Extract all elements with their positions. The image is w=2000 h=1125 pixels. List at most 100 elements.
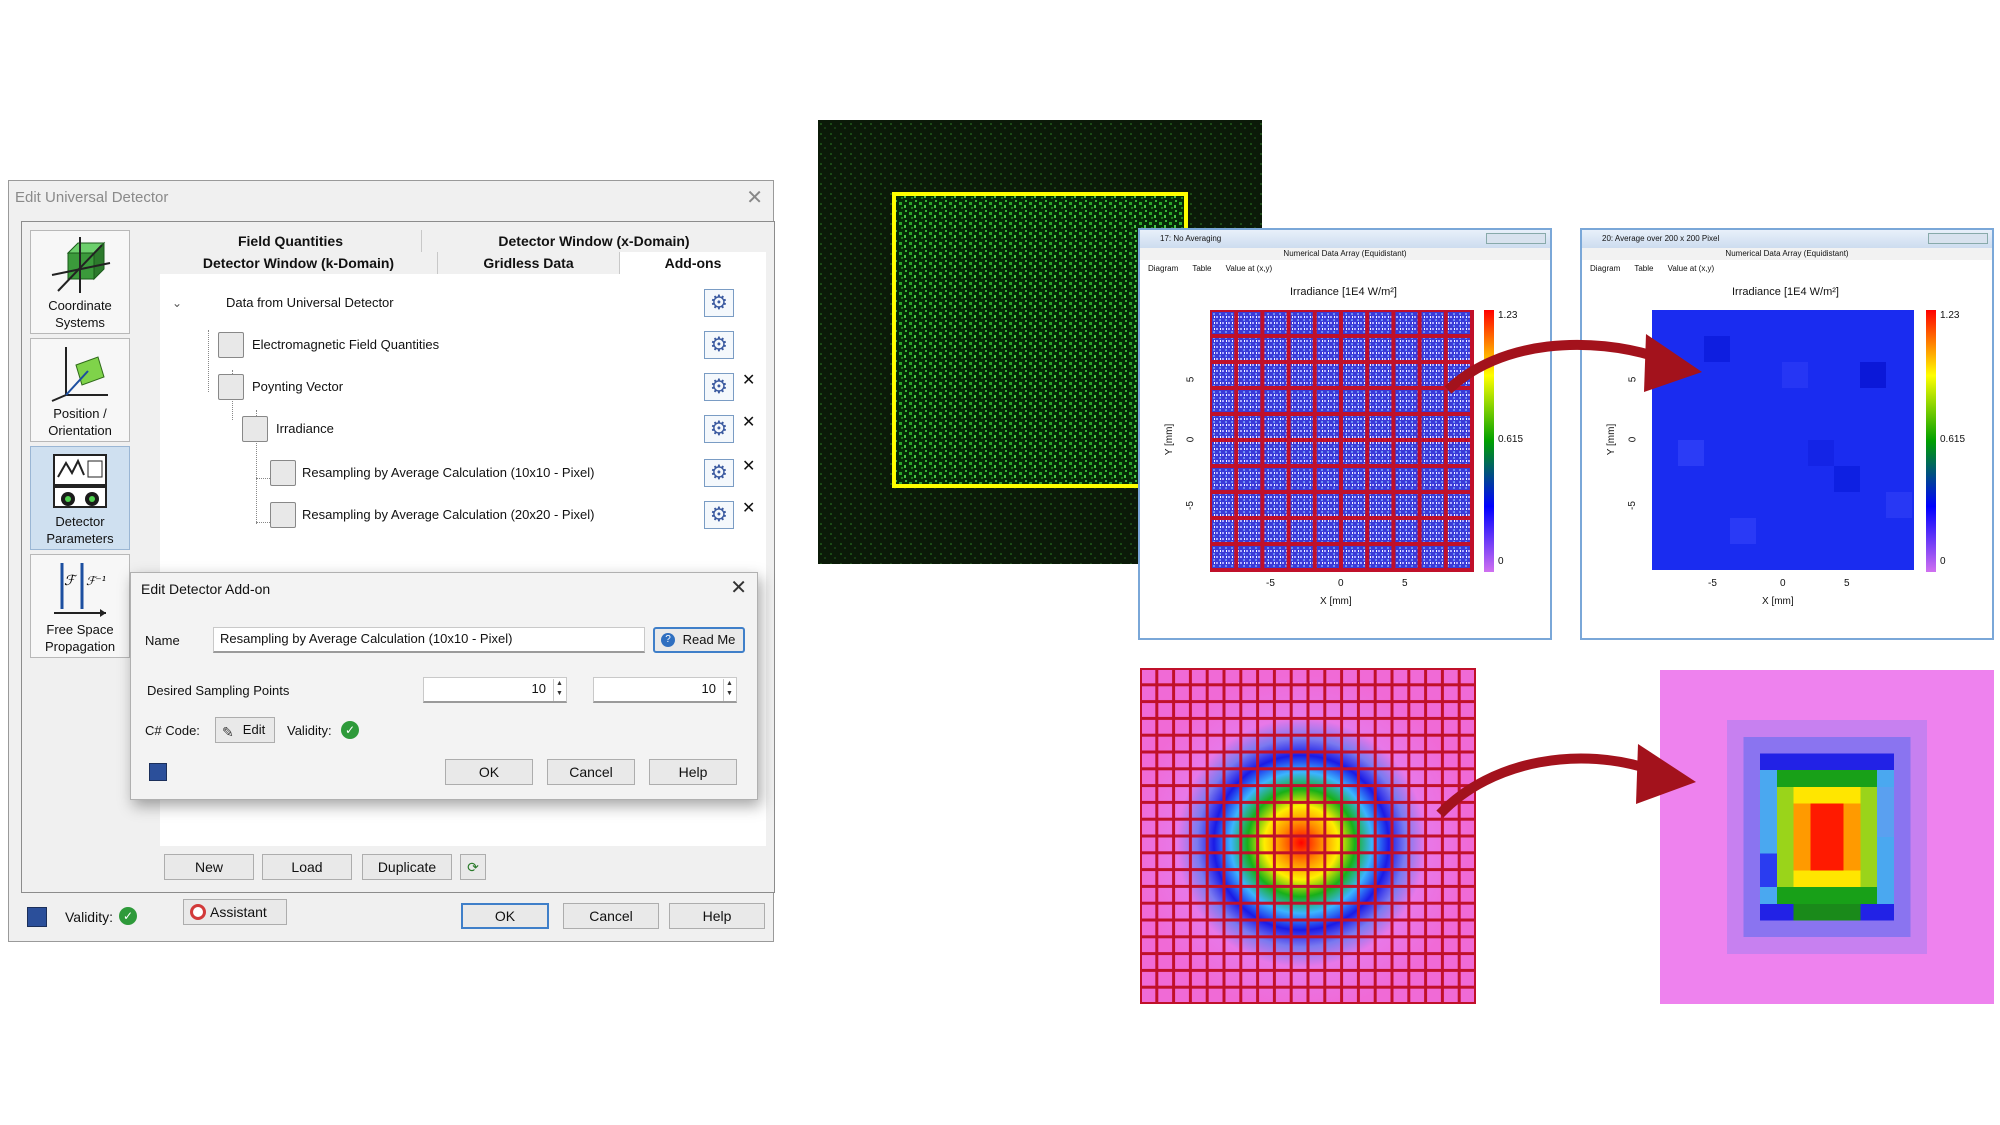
gaussian-beam-gridded	[1138, 666, 1478, 1006]
sidebar-item-detector-parameters[interactable]: Detector Parameters	[30, 446, 130, 550]
assistant-label: Assistant	[210, 904, 267, 920]
window-tabs: Diagram Table Value at (x,y)	[1590, 264, 1726, 273]
help-circle-icon: ?	[661, 633, 675, 647]
y-axis-label: Y [mm]	[1164, 423, 1176, 456]
sidebar-label: Orientation	[48, 423, 112, 438]
x-tick: 0	[1780, 578, 1786, 589]
gear-icon[interactable]: ⚙	[704, 373, 734, 401]
y-tick: 5	[1185, 376, 1197, 383]
load-button[interactable]: Load	[262, 854, 352, 880]
window-subtitle: Numerical Data Array (Equidistant)	[1582, 248, 1992, 260]
tab-table[interactable]: Table	[1192, 264, 1211, 273]
save-icon[interactable]	[27, 907, 47, 927]
y-tick: -5	[1184, 501, 1196, 510]
cancel-button[interactable]: Cancel	[563, 903, 659, 929]
unaveraged-plot	[1210, 310, 1474, 572]
tab-diagram[interactable]: Diagram	[1590, 264, 1620, 273]
plot-title: Irradiance [1E4 W/m²]	[1290, 286, 1397, 298]
x-tick: -5	[1266, 578, 1275, 589]
tree-row-em-field-quantities[interactable]: Electromagnetic Field Quantities ⚙	[160, 330, 766, 360]
refresh-icon[interactable]: ⟳	[460, 854, 486, 880]
close-icon[interactable]: ✕	[730, 575, 747, 600]
tab-detector-window-k[interactable]: Detector Window (k-Domain)	[160, 252, 438, 274]
addon-ok-button[interactable]: OK	[445, 759, 533, 785]
stepper-arrows-icon[interactable]: ▲ ▼	[723, 679, 735, 701]
assistant-button[interactable]: Assistant	[183, 899, 287, 925]
tab-diagram[interactable]: Diagram	[1148, 264, 1178, 273]
remove-icon[interactable]: ✕	[742, 408, 755, 438]
tree-item-label: Data from Universal Detector	[226, 295, 394, 310]
sidebar-label: Propagation	[44, 639, 116, 654]
stepper-arrows-icon[interactable]: ▲ ▼	[553, 679, 565, 701]
addon-cancel-button[interactable]: Cancel	[547, 759, 635, 785]
sidebar-label: Free Space	[46, 622, 114, 637]
sampling-y-stepper[interactable]: 10 ▲ ▼	[593, 677, 737, 703]
pencil-icon: ✎	[222, 724, 234, 740]
tree-row-resampling-10x10[interactable]: Resampling by Average Calculation (10x10…	[160, 458, 766, 488]
x-tick: 0	[1338, 578, 1344, 589]
sampling-y-value: 10	[701, 681, 716, 696]
tree-item-label: Resampling by Average Calculation (20x20…	[302, 507, 595, 522]
sidebar-item-position-orientation[interactable]: Position / Orientation	[30, 338, 130, 442]
close-icon[interactable]: ✕	[746, 185, 763, 210]
sidebar-item-free-space-propagation[interactable]: ℱ ℱ⁻¹ Free Space Propagation	[30, 554, 130, 658]
name-field[interactable]: Resampling by Average Calculation (10x10…	[213, 627, 645, 653]
x-axis-label: X [mm]	[1320, 596, 1352, 607]
window-controls[interactable]	[1928, 233, 1988, 244]
colorbar	[1926, 310, 1936, 572]
new-button[interactable]: New	[164, 854, 254, 880]
remove-icon[interactable]: ✕	[742, 452, 755, 482]
edit-code-button[interactable]: ✎ Edit	[215, 717, 275, 743]
x-tick: -5	[1708, 578, 1717, 589]
y-tick: 0	[1185, 436, 1197, 443]
remove-icon[interactable]: ✕	[742, 366, 755, 396]
coordinate-systems-icon	[51, 237, 111, 293]
plot-title: Irradiance [1E4 W/m²]	[1732, 286, 1839, 298]
tree-row-irradiance[interactable]: Irradiance ⚙ ✕	[160, 414, 766, 444]
tab-value[interactable]: Value at (x,y)	[1668, 264, 1715, 273]
save-icon[interactable]	[149, 763, 167, 781]
colorbar-tick-mid: 0.615	[1940, 434, 1966, 445]
tab-table[interactable]: Table	[1634, 264, 1653, 273]
gear-icon[interactable]: ⚙	[704, 415, 734, 443]
gear-icon[interactable]: ⚙	[704, 289, 734, 317]
check-icon: ✓	[119, 907, 137, 925]
eye-node-icon	[270, 502, 296, 528]
tree-item-label: Poynting Vector	[252, 379, 344, 394]
read-me-button[interactable]: ? Read Me	[653, 627, 745, 653]
tree-row-resampling-20x20[interactable]: Resampling by Average Calculation (20x20…	[160, 500, 766, 530]
addon-help-button[interactable]: Help	[649, 759, 737, 785]
tab-detector-window-x[interactable]: Detector Window (x-Domain)	[422, 230, 766, 252]
gear-icon[interactable]: ⚙	[704, 459, 734, 487]
colorbar-tick-max: 1.23	[1940, 310, 1960, 321]
gaussian-gridded-svg	[1138, 666, 1478, 1006]
tree-row-poynting-vector[interactable]: Poynting Vector ⚙ ✕	[160, 372, 766, 402]
tab-row-1: Field Quantities Detector Window (x-Doma…	[160, 230, 766, 252]
colorbar-tick-min: 0	[1498, 556, 1504, 567]
tab-field-quantities[interactable]: Field Quantities	[160, 230, 422, 252]
ok-button[interactable]: OK	[461, 903, 549, 929]
tab-gridless-data[interactable]: Gridless Data	[438, 252, 620, 274]
gear-icon[interactable]: ⚙	[704, 501, 734, 529]
window-subtitle: Numerical Data Array (Equidistant)	[1140, 248, 1550, 260]
duplicate-button[interactable]: Duplicate	[362, 854, 452, 880]
edit-label: Edit	[242, 722, 266, 737]
x-tick: 5	[1844, 578, 1850, 589]
dialog-title: Edit Universal Detector	[15, 189, 169, 206]
sidebar-item-coordinate-systems[interactable]: Coordinate Systems	[30, 230, 130, 334]
edit-universal-detector-dialog: Edit Universal Detector ✕ Coordinate Sys…	[8, 180, 775, 942]
tab-value[interactable]: Value at (x,y)	[1226, 264, 1273, 273]
gear-icon[interactable]: ⚙	[704, 331, 734, 359]
sampling-x-stepper[interactable]: 10 ▲ ▼	[423, 677, 567, 703]
tab-add-ons[interactable]: Add-ons	[620, 252, 766, 274]
name-label: Name	[145, 633, 180, 648]
tree-row-data-from-detector[interactable]: ⌄ Data from Universal Detector ⚙	[160, 288, 766, 318]
tree-item-label: Resampling by Average Calculation (10x10…	[302, 465, 595, 480]
colorbar-tick-min: 0	[1940, 556, 1946, 567]
sampling-points-label: Desired Sampling Points	[147, 683, 290, 698]
chevron-down-icon[interactable]: ⌄	[172, 288, 182, 318]
remove-icon[interactable]: ✕	[742, 494, 755, 524]
sidebar-label: Position /	[53, 406, 107, 421]
window-controls[interactable]	[1486, 233, 1546, 244]
help-button[interactable]: Help	[669, 903, 765, 929]
